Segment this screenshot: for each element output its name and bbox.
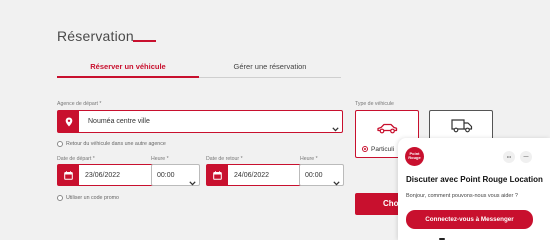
messenger-connect-button[interactable]: Connectez-vous à Messenger	[406, 210, 533, 229]
car-option-radio[interactable]	[362, 146, 368, 152]
vehicle-option-van[interactable]	[429, 110, 493, 140]
chat-widget: Point Rouge ••• — Discuter avec Point Ro…	[398, 138, 550, 240]
page-title: Réservation	[57, 28, 134, 44]
location-pin-icon	[58, 111, 79, 132]
title-underline	[133, 40, 156, 42]
departure-date-label: Date de départ *	[57, 156, 95, 162]
return-date-value: 24/06/2022	[234, 172, 270, 179]
return-time-label: Heure *	[300, 156, 318, 162]
chevron-down-icon	[332, 119, 339, 137]
car-option-label: Particuli	[371, 146, 395, 153]
departure-time-label: Heure *	[151, 156, 169, 162]
chat-title: Discuter avec Point Rouge Location	[406, 175, 543, 184]
car-icon	[376, 121, 398, 139]
chevron-down-icon	[333, 173, 340, 191]
promo-code-label: Utiliser un code promo	[66, 195, 119, 201]
chat-more-options-icon[interactable]: •••	[503, 151, 515, 163]
vehicle-type-label: Type de véhicule	[355, 101, 394, 107]
return-other-agency-label: Retour du véhicule dans une autre agence	[66, 141, 166, 147]
departure-date-value: 23/06/2022	[85, 172, 121, 179]
calendar-icon	[58, 165, 79, 185]
pickup-agency-value: Nouméa centre ville	[88, 118, 150, 125]
pickup-agency-label: Agence de départ *	[57, 101, 102, 107]
return-time-value: 00:00	[305, 172, 323, 179]
tab-bar: Réserver un véhicule Gérer une réservati…	[57, 58, 341, 78]
return-date-field[interactable]: 24/06/2022 00:00	[206, 164, 344, 186]
promo-code-radio[interactable]	[57, 195, 63, 201]
tab-manage-reservation[interactable]: Gérer une réservation	[199, 58, 341, 78]
departure-time-select[interactable]: 00:00	[151, 164, 200, 186]
return-date-label: Date de retour *	[206, 156, 243, 162]
chat-minimize-icon[interactable]: —	[520, 151, 532, 163]
departure-time-value: 00:00	[157, 172, 175, 179]
van-icon	[451, 118, 473, 138]
chat-subtitle: Bonjour, comment pouvons-nous vous aider…	[406, 193, 518, 199]
return-time-select[interactable]: 00:00	[299, 164, 344, 186]
return-other-agency-radio[interactable]	[57, 141, 63, 147]
pickup-agency-select[interactable]: Nouméa centre ville	[57, 110, 343, 133]
tab-reserve-vehicle[interactable]: Réserver un véhicule	[57, 58, 199, 78]
point-rouge-logo: Point Rouge	[405, 147, 424, 166]
departure-date-field[interactable]: 23/06/2022 00:00	[57, 164, 200, 186]
chevron-down-icon	[189, 173, 196, 191]
calendar-icon	[207, 165, 228, 185]
